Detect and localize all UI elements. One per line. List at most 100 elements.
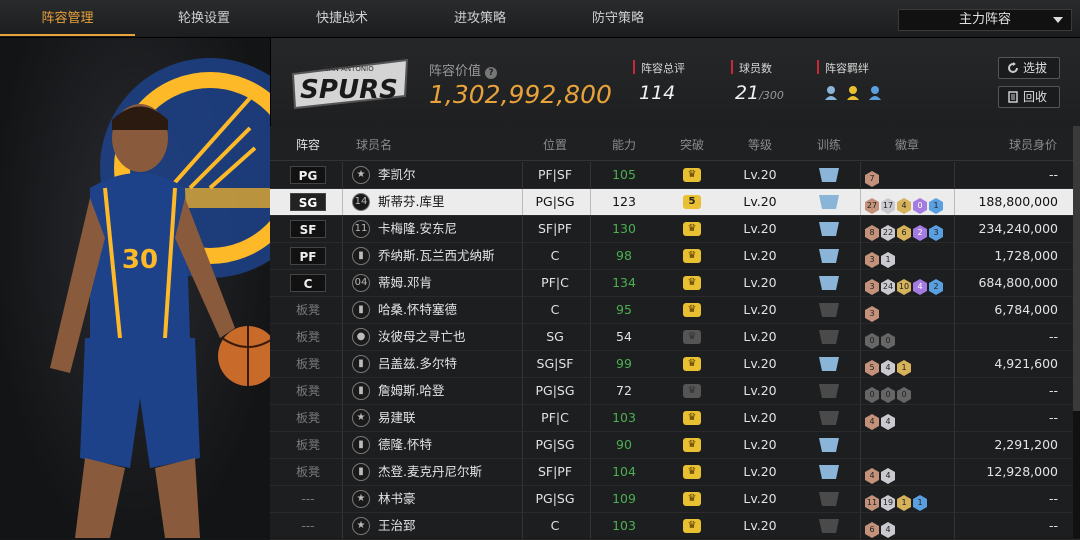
badge-icon: 3 [865, 306, 879, 322]
recycle-button[interactable]: 回收 [998, 86, 1060, 108]
player-name[interactable]: 哈桑.怀特塞德 [378, 297, 457, 323]
training-icon[interactable] [819, 465, 839, 479]
table-row[interactable]: 板凳 ▮ 杰登.麦克丹尼尔斯 SF|PF 104 ♛ Lv.20 4 4 12,928,000 [270, 459, 1080, 486]
player-name[interactable]: 王治郅 [378, 513, 416, 539]
breakthrough-crown-icon: ♛ [683, 168, 701, 182]
player-table: 阵容 球员名 位置 能力 突破 等级 训练 徽章 球员身价 PG ★ 李凯尔 PF|S… [270, 126, 1080, 540]
badge-icon: 2 [929, 279, 943, 295]
breakthrough-crown-icon: ♛ [683, 276, 701, 290]
table-row[interactable]: SF 11 卡梅隆.安东尼 SF|PF 130 ♛ Lv.20 8 22 6 2 3 234,240,0… [270, 216, 1080, 243]
col-position[interactable]: 位置 [535, 136, 575, 153]
col-name[interactable]: 球员名 [354, 136, 394, 153]
breakthrough-locked-icon: ♛ [683, 384, 701, 398]
col-player-value[interactable]: 球员身价 [1005, 136, 1061, 153]
training-icon[interactable] [819, 357, 839, 371]
help-icon[interactable]: ? [485, 67, 498, 79]
chart-icon: ▮ [352, 301, 370, 319]
col-badges[interactable]: 徽章 [887, 136, 927, 153]
badge-icon: 5 [865, 360, 879, 376]
badge-icon: 8 [865, 225, 879, 241]
table-row[interactable]: C 04 蒂姆.邓肯 PF|C 134 ♛ Lv.20 3 24 10 4 2 684,800,000 [270, 270, 1080, 297]
player-name[interactable]: 卡梅隆.安东尼 [378, 216, 457, 242]
player-level: Lv.20 [743, 518, 777, 533]
player-ability: 99 [616, 356, 632, 371]
refresh-icon [1008, 62, 1018, 73]
training-icon[interactable] [819, 303, 839, 317]
player-name[interactable]: 德隆.怀特 [378, 432, 432, 458]
training-icon[interactable] [819, 411, 839, 425]
player-name[interactable]: 吕盖兹.多尔特 [378, 351, 457, 377]
player-name[interactable]: 李凯尔 [378, 162, 416, 188]
training-icon[interactable] [819, 222, 839, 236]
tab-defense-strategy[interactable]: 防守策略 [549, 0, 687, 36]
training-icon[interactable] [819, 330, 839, 344]
lineup-dropdown[interactable]: 主力阵容 [898, 9, 1072, 31]
badge-list: 44 [865, 409, 897, 430]
training-icon[interactable] [819, 168, 839, 182]
badge-icon: 4 [913, 279, 927, 295]
player-name[interactable]: 林书豪 [378, 486, 416, 512]
col-training[interactable]: 训练 [809, 136, 849, 153]
col-breakthrough[interactable]: 突破 [672, 136, 712, 153]
lineup-summary: SAN ANTONIO SPURS 阵容价值 ? 1,302,992,800 阵… [270, 38, 1080, 126]
player-name[interactable]: 乔纳斯.瓦兰西尤纳斯 [378, 243, 494, 269]
player-value: 188,800,000 [978, 194, 1058, 209]
col-level[interactable]: 等级 [740, 136, 780, 153]
scrollbar[interactable] [1073, 126, 1080, 538]
player-name[interactable]: 汝彼母之寻亡也 [378, 324, 466, 350]
player-name[interactable]: 易建联 [378, 405, 416, 431]
player-name[interactable]: 杰登.麦克丹尼尔斯 [378, 459, 482, 485]
player-value: 234,240,000 [978, 221, 1058, 236]
badge-list: 00 [865, 328, 897, 349]
breakthrough-crown-icon: ♛ [683, 411, 701, 425]
lineup-slot: --- [301, 492, 315, 506]
player-value: -- [1048, 491, 1058, 506]
player-position: SF|PF [537, 464, 573, 479]
bond-icons[interactable] [823, 84, 889, 102]
lineup-slot: 板凳 [295, 411, 320, 425]
table-row[interactable]: PG ★ 李凯尔 PF|SF 105 ♛ Lv.20 7 -- [270, 162, 1080, 189]
training-icon[interactable] [819, 195, 839, 209]
scroll-thumb[interactable] [1073, 126, 1080, 411]
tab-offense-strategy[interactable]: 进攻策略 [411, 0, 549, 36]
player-name[interactable]: 蒂姆.邓肯 [378, 270, 432, 296]
table-row[interactable]: 板凳 ★ 易建联 PF|C 103 ♛ Lv.20 4 4 -- [270, 405, 1080, 432]
lineup-value: 1,302,992,800 [429, 80, 612, 109]
player-position: C [550, 248, 560, 263]
player-position: PF|SF [537, 167, 573, 182]
player-name[interactable]: 斯蒂芬.库里 [378, 189, 444, 215]
training-icon[interactable] [819, 384, 839, 398]
pick-button[interactable]: 选拔 [998, 57, 1060, 79]
table-row[interactable]: 板凳 ▮ 德隆.怀特 PG|SG 90 ♛ Lv.20 2,291,200 [270, 432, 1080, 459]
rating-label: 阵容总评 [641, 62, 685, 75]
training-icon[interactable] [819, 492, 839, 506]
tab-rotation-settings[interactable]: 轮换设置 [135, 0, 273, 36]
player-name[interactable]: 詹姆斯.哈登 [378, 378, 444, 404]
badge-icon: 24 [881, 279, 895, 295]
lineup-slot: 板凳 [295, 465, 320, 479]
training-icon[interactable] [819, 519, 839, 533]
table-row[interactable]: 板凳 ▮ 哈桑.怀特塞德 C 95 ♛ Lv.20 3 6,784,000 [270, 297, 1080, 324]
training-icon[interactable] [819, 438, 839, 452]
col-lineup[interactable]: 阵容 [290, 136, 326, 153]
training-icon[interactable] [819, 249, 839, 263]
number-icon: 04 [352, 274, 370, 292]
tab-quick-tactics[interactable]: 快捷战术 [273, 0, 411, 36]
tab-lineup-management[interactable]: 阵容管理 [0, 0, 135, 36]
player-level: Lv.20 [743, 302, 777, 317]
training-icon[interactable] [819, 276, 839, 290]
table-row[interactable]: 板凳 ▮ 詹姆斯.哈登 PG|SG 72 ♛ Lv.20 0 0 0 -- [270, 378, 1080, 405]
table-row[interactable]: 板凳 ▮ 吕盖兹.多尔特 SG|SF 99 ♛ Lv.20 5 4 1 4,921,600 [270, 351, 1080, 378]
table-row[interactable]: --- ★ 王治郅 C 103 ♛ Lv.20 6 4 -- [270, 513, 1080, 540]
table-row[interactable]: PF ▮ 乔纳斯.瓦兰西尤纳斯 C 98 ♛ Lv.20 3 1 1,728,000 [270, 243, 1080, 270]
lineup-slot: 板凳 [295, 438, 320, 452]
bond-label: 阵容羁绊 [825, 62, 869, 75]
lineup-slot: 板凳 [295, 303, 320, 317]
player-ability: 103 [612, 518, 636, 533]
table-row[interactable]: --- ★ 林书豪 PG|SG 109 ♛ Lv.20 11 19 1 1 -- [270, 486, 1080, 513]
player-position: PG|SG [535, 383, 575, 398]
table-row[interactable]: 板凳 ● 汝彼母之寻亡也 SG 54 ♛ Lv.20 0 0 -- [270, 324, 1080, 351]
table-row[interactable]: SG 14 斯蒂芬.库里 PG|SG 123 5 Lv.20 27 17 4 0 1 188,800,0… [270, 189, 1080, 216]
table-header: 阵容 球员名 位置 能力 突破 等级 训练 徽章 球员身价 [270, 126, 1080, 161]
col-ability[interactable]: 能力 [604, 136, 644, 153]
